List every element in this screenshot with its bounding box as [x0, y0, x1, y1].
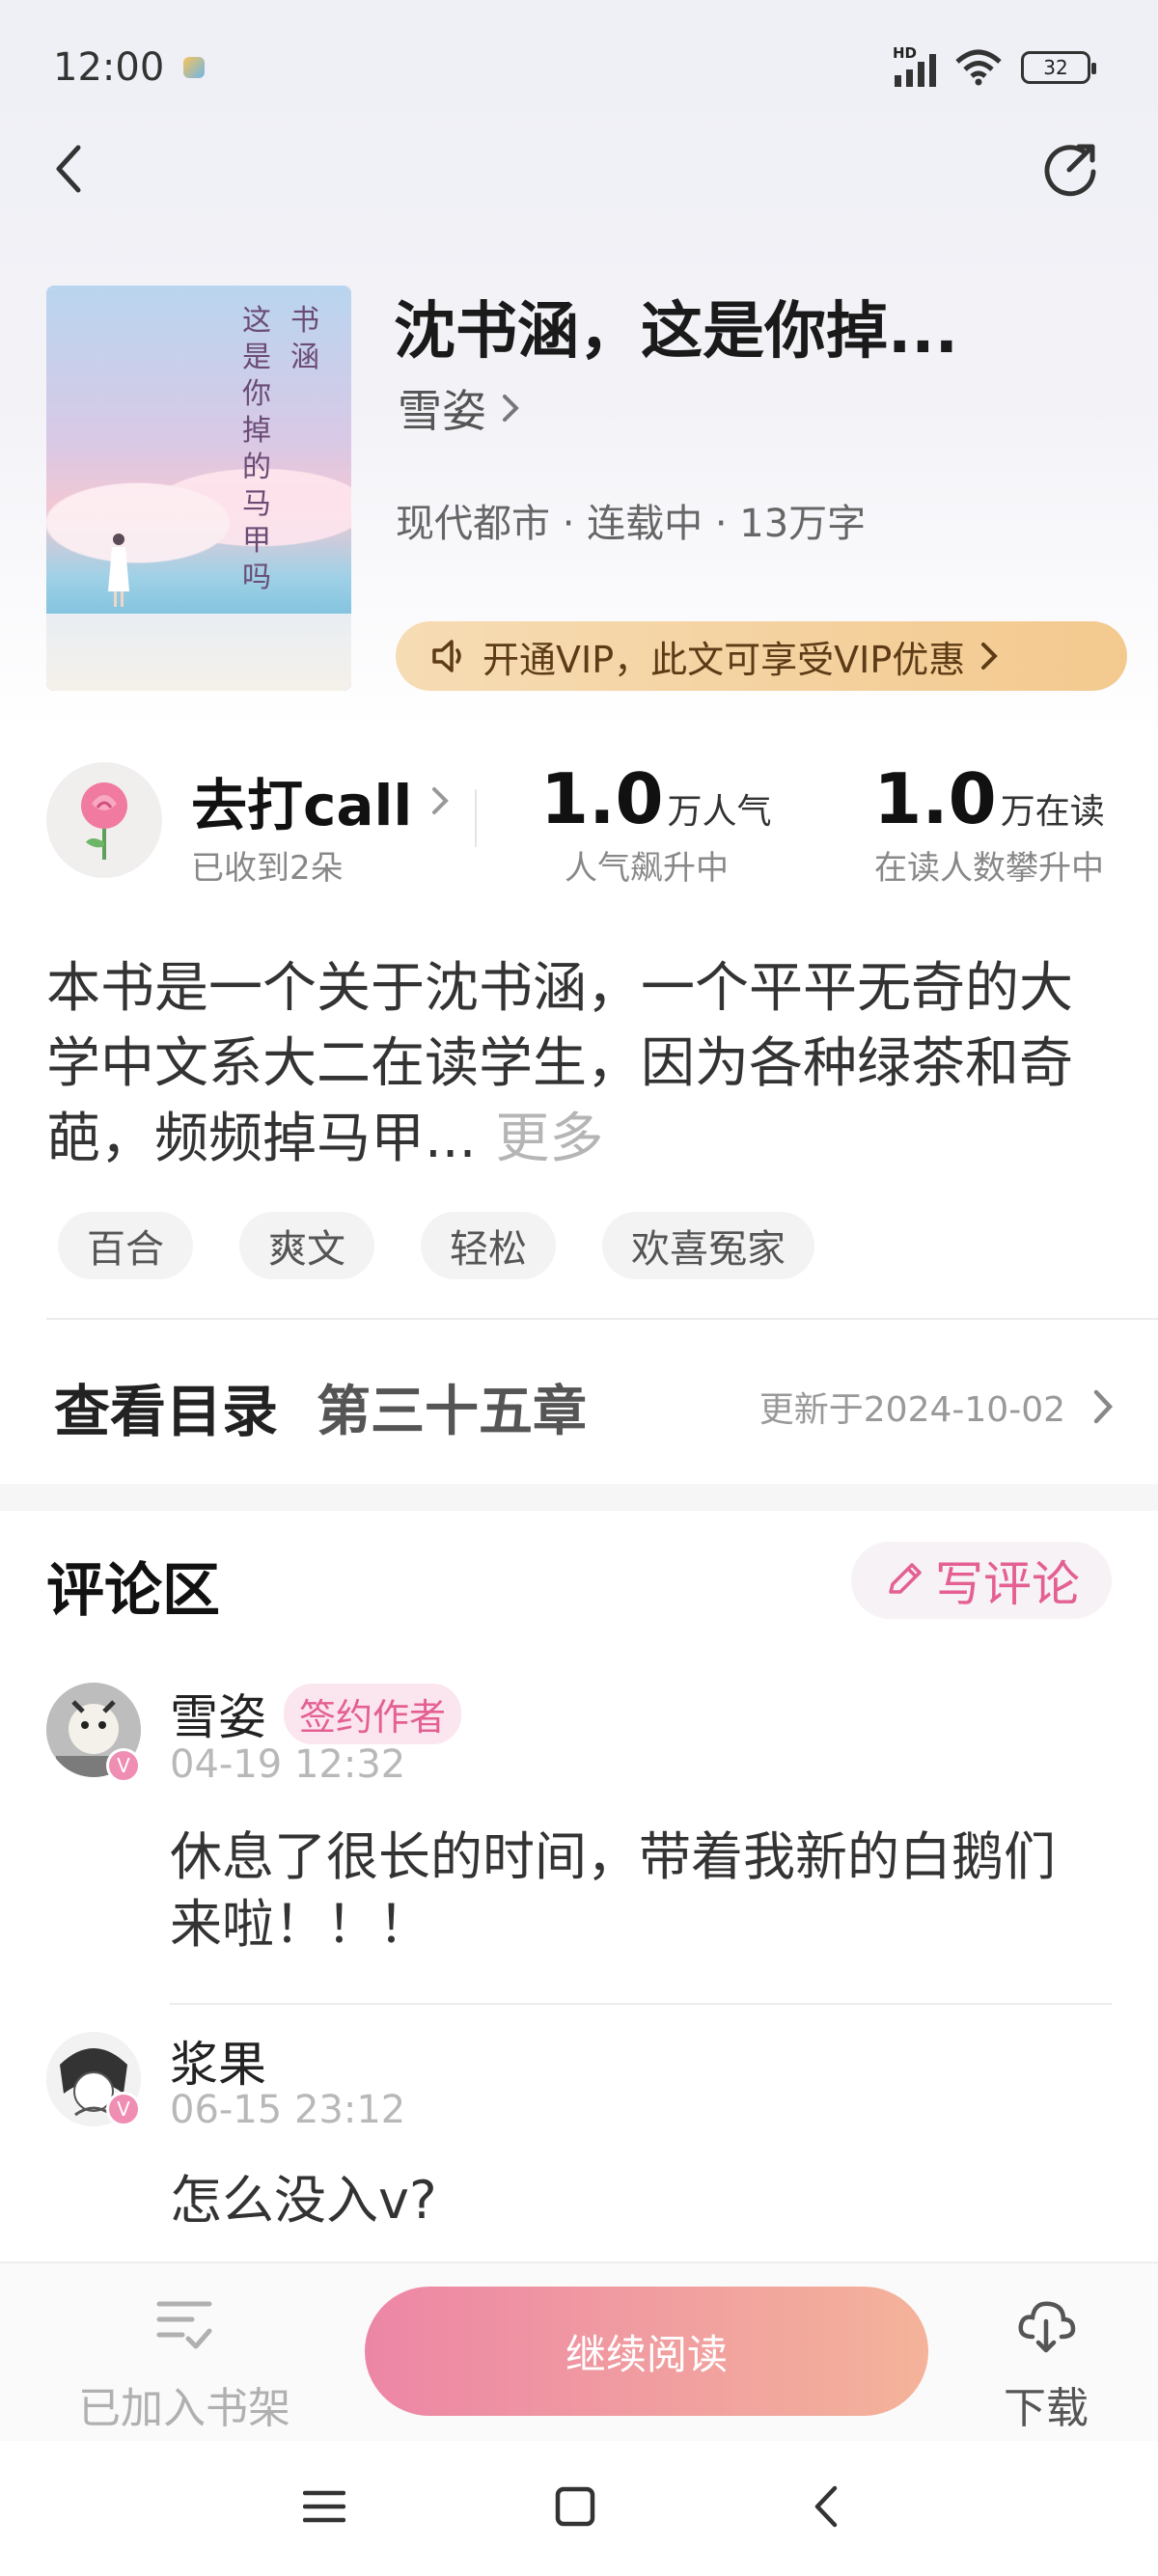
- continue-reading-button[interactable]: 继续阅读: [365, 2287, 928, 2416]
- shelf-label: 已加入书架: [78, 2384, 290, 2433]
- call-title: 去打call: [191, 773, 413, 838]
- download-button[interactable]: 下载: [988, 2296, 1104, 2435]
- chevron-right-icon: [1093, 1389, 1114, 1424]
- download-label: 下载: [1004, 2384, 1089, 2433]
- tag-item[interactable]: 轻松: [421, 1212, 556, 1279]
- popularity-unit: 万人气: [667, 792, 772, 832]
- popularity-value: 1.0: [540, 758, 664, 839]
- book-cover[interactable]: 书涵 这是你掉的马甲吗: [46, 286, 351, 691]
- back-button[interactable]: [35, 135, 102, 203]
- cloud-download-icon: [1018, 2301, 1076, 2353]
- home-nav-button[interactable]: [546, 2478, 604, 2535]
- divider: [46, 1318, 1158, 1320]
- comments-title: 评论区: [46, 1557, 220, 1625]
- home-square-icon: [555, 2486, 595, 2527]
- cover-beach: [46, 614, 351, 691]
- add-to-shelf-button[interactable]: 已加入书架: [73, 2296, 295, 2435]
- toc-row[interactable]: 查看目录 第三十五章 更新于2024-10-02: [54, 1370, 1116, 1444]
- call-button[interactable]: 去打call: [191, 760, 451, 841]
- latest-chapter: 第三十五章: [317, 1380, 588, 1443]
- readers-sub: 在读人数攀升中: [874, 849, 1104, 888]
- readers-stat: 1.0 万在读 在读人数攀升中: [849, 758, 1129, 889]
- write-comment-button[interactable]: 写评论: [851, 1542, 1112, 1619]
- divider: [170, 2003, 1112, 2005]
- book-title: 沈书涵，这是你掉...: [394, 296, 958, 368]
- share-icon: [1044, 144, 1096, 197]
- comment-author-name: 雪姿: [170, 1689, 266, 1745]
- battery-level: 32: [1043, 56, 1068, 79]
- menu-icon: [303, 2490, 345, 2523]
- wifi-icon: [953, 48, 1004, 87]
- cover-figure: [108, 534, 129, 607]
- signal-icon: HD: [893, 44, 936, 87]
- popularity-sub: 人气飙升中: [565, 849, 729, 888]
- author-link[interactable]: 雪姿: [398, 376, 521, 440]
- vip-banner[interactable]: 开通VIP，此文可享受VIP优惠: [396, 621, 1127, 691]
- divider: [475, 789, 477, 847]
- signed-author-badge: 签约作者: [284, 1683, 462, 1744]
- back-nav-button[interactable]: [797, 2478, 855, 2535]
- cover-clouds: [46, 430, 351, 585]
- comment-author: 雪姿 签约作者: [170, 1679, 462, 1748]
- readers-unit: 万在读: [1000, 792, 1105, 832]
- chevron-right-icon: [503, 395, 519, 422]
- notification-icon: [183, 57, 206, 78]
- status-time: 12:00: [53, 45, 165, 90]
- vip-badge-icon: V: [106, 1748, 141, 1783]
- chevron-right-icon: [981, 643, 999, 670]
- comment-text[interactable]: 休息了很长的时间，带着我新的白鹅们来啦！！！: [170, 1823, 1096, 1959]
- toc-label: 查看目录: [54, 1379, 279, 1444]
- rose-icon[interactable]: [46, 762, 162, 878]
- call-subtitle: 已收到2朵: [191, 849, 344, 888]
- vip-badge-icon: V: [106, 2092, 141, 2126]
- book-meta: 现代都市 · 连载中 · 13万字: [396, 502, 867, 546]
- popularity-stat: 1.0 万人气 人气飙升中: [540, 758, 772, 889]
- battery-icon: 32: [1021, 51, 1096, 84]
- cover-title-col-2: 这是你掉的马甲吗: [242, 304, 271, 594]
- synopsis-more-link[interactable]: 更多: [495, 1108, 603, 1170]
- speaker-icon: [432, 640, 461, 672]
- comment-author-name: 浆果: [170, 2037, 266, 2093]
- tag-item[interactable]: 爽文: [239, 1212, 374, 1279]
- bookshelf-check-icon: [156, 2301, 212, 2349]
- vip-text: 开通VIP，此文可享受VIP优惠: [482, 638, 966, 681]
- status-bar: 12:00 HD 32: [53, 39, 1096, 96]
- chevron-right-icon: [432, 787, 450, 814]
- cover-title-col-1: 书涵: [290, 304, 319, 374]
- tag-item[interactable]: 欢喜冤家: [602, 1212, 814, 1279]
- tag-list: 百合 爽文 轻松 欢喜冤家: [58, 1212, 814, 1279]
- pencil-icon: [889, 1563, 922, 1594]
- continue-reading-label: 继续阅读: [565, 2330, 728, 2378]
- update-date: 更新于2024-10-02: [758, 1390, 1065, 1430]
- menu-nav-button[interactable]: [295, 2478, 353, 2535]
- share-button[interactable]: [1036, 135, 1104, 203]
- comment-text[interactable]: 怎么没入v?: [170, 2167, 1096, 2234]
- network-type: HD: [893, 44, 918, 62]
- comment-time: 06-15 23:12: [170, 2088, 406, 2132]
- comment-time: 04-19 12:32: [170, 1742, 406, 1787]
- comment-author: 浆果: [170, 2026, 266, 2096]
- section-gap: [0, 1484, 1158, 1511]
- write-comment-label: 写评论: [935, 1556, 1080, 1612]
- back-triangle-icon: [814, 2485, 838, 2528]
- readers-value: 1.0: [873, 758, 997, 839]
- synopsis[interactable]: 本书是一个关于沈书涵，一个平平无奇的大学中文系大二在读学生，因为各种绿茶和奇葩，…: [46, 951, 1117, 1177]
- chevron-left-icon: [56, 145, 81, 193]
- tag-item[interactable]: 百合: [58, 1212, 193, 1279]
- author-name: 雪姿: [398, 385, 486, 437]
